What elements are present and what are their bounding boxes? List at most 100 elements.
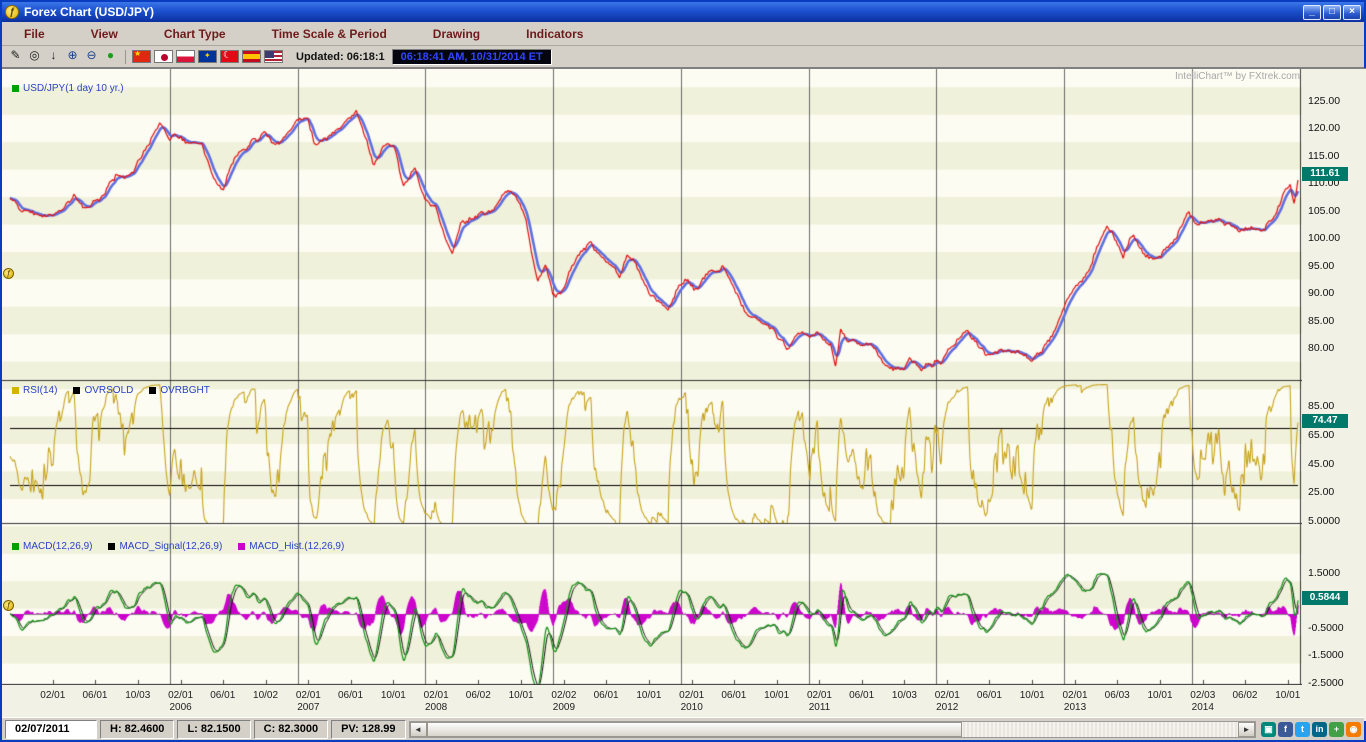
- x-axis-date-label: 06/01: [82, 690, 107, 701]
- spain-flag-icon[interactable]: [242, 50, 261, 63]
- target-icon[interactable]: ◎: [26, 48, 43, 65]
- rss-icon[interactable]: ◉: [1346, 722, 1361, 737]
- y-axis-label: 105.00: [1308, 205, 1340, 217]
- marker-icon[interactable]: ●: [102, 48, 119, 65]
- legend-swatch-icon: [73, 387, 80, 394]
- linkedin-icon[interactable]: in: [1312, 722, 1327, 737]
- scroll-left-button[interactable]: ◄: [410, 722, 427, 737]
- menubar: File View Chart Type Time Scale & Period Dra…: [2, 22, 1364, 46]
- scroll-right-button[interactable]: ►: [1238, 722, 1255, 737]
- social-icons: ▣ftin+◉: [1261, 722, 1361, 737]
- facebook-icon[interactable]: f: [1278, 722, 1293, 737]
- chart-window-icon[interactable]: ▣: [1261, 722, 1276, 737]
- y-axis-label: -1.5000: [1308, 649, 1344, 661]
- x-axis-date-label: 02/03: [1190, 690, 1215, 701]
- x-axis-date-label: 02/01: [807, 690, 832, 701]
- toolbar: ✎◎↓⊕⊖● ★✦☾ Updated: 06:18:1 06:18:41 AM,…: [2, 46, 1364, 68]
- macd-legend-item: MACD_Hist.(12,26,9): [238, 541, 344, 552]
- x-axis-date-label: 06/01: [594, 690, 619, 701]
- y-axis-label: -0.5000: [1308, 622, 1344, 634]
- y-axis-label: 120.00: [1308, 122, 1340, 134]
- price-legend-label: USD/JPY(1 day 10 yr.): [23, 83, 124, 94]
- y-axis-label: 125.00: [1308, 95, 1340, 107]
- rsi-legend-label: OVRBGHT: [160, 385, 209, 396]
- legend-swatch-icon: [238, 543, 245, 550]
- minimize-button[interactable]: _: [1303, 5, 1321, 20]
- close-button[interactable]: ×: [1343, 5, 1361, 20]
- turkey-flag-icon[interactable]: ☾: [220, 50, 239, 63]
- x-axis-year-label: 2012: [936, 702, 958, 713]
- x-axis-year-label: 2011: [809, 702, 831, 713]
- legend-swatch-icon: [12, 543, 19, 550]
- y-axis-label: 25.00: [1308, 486, 1334, 498]
- poland-flag-icon[interactable]: [176, 50, 195, 63]
- price-rsi-macd-chart[interactable]: [2, 69, 1302, 685]
- pencil-icon[interactable]: ✎: [7, 48, 24, 65]
- zoom-in-icon[interactable]: ⊕: [64, 48, 81, 65]
- x-axis-year-label: 2008: [425, 702, 447, 713]
- rsi-badge: 74.47: [1302, 414, 1348, 428]
- scrollbar-thumb[interactable]: [427, 722, 963, 737]
- menu-time-scale-period[interactable]: Time Scale & Period: [258, 25, 401, 43]
- y-axis-label: -2.5000: [1308, 677, 1344, 689]
- scrollbar-track[interactable]: [427, 722, 1238, 737]
- x-axis-date-label: 06/03: [1105, 690, 1130, 701]
- x-axis-date-label: 02/02: [551, 690, 576, 701]
- zoom-out-icon[interactable]: ⊖: [83, 48, 100, 65]
- legend-swatch-icon: [108, 543, 115, 550]
- menu-drawing[interactable]: Drawing: [419, 25, 494, 43]
- twitter-icon[interactable]: t: [1295, 722, 1310, 737]
- down-arrow-icon[interactable]: ↓: [45, 48, 62, 65]
- horizontal-scrollbar[interactable]: ◄ ►: [409, 721, 1256, 738]
- china-flag-icon[interactable]: ★: [132, 50, 151, 63]
- macd-legend-item: MACD_Signal(12,26,9): [108, 541, 222, 552]
- rsi-legend-item: OVRSOLD: [73, 385, 133, 396]
- menu-file[interactable]: File: [10, 25, 59, 43]
- status-close: C: 82.3000: [254, 720, 328, 739]
- menu-chart-type[interactable]: Chart Type: [150, 25, 240, 43]
- updated-time-field: 06:18:41 AM, 10/31/2014 ET: [392, 49, 552, 65]
- x-axis-year-label: 2009: [553, 702, 575, 713]
- maximize-button[interactable]: □: [1323, 5, 1341, 20]
- x-axis-date-label: 10/01: [509, 690, 534, 701]
- panel-marker-icon[interactable]: ƒ: [3, 268, 14, 279]
- x-axis-date-label: 10/03: [892, 690, 917, 701]
- eu-flag-icon[interactable]: ✦: [198, 50, 217, 63]
- y-axis-label: 85.00: [1308, 400, 1334, 412]
- japan-flag-icon[interactable]: [154, 50, 173, 63]
- price-legend: USD/JPY(1 day 10 yr.): [12, 83, 124, 94]
- x-axis-date-label: 02/01: [424, 690, 449, 701]
- flag-buttons: ★ ✦☾: [132, 50, 283, 63]
- y-axis-label: 85.00: [1308, 315, 1334, 327]
- y-axis-label: 65.00: [1308, 429, 1334, 441]
- x-axis-date-label: 10/01: [636, 690, 661, 701]
- share-icon[interactable]: +: [1329, 722, 1344, 737]
- status-date: 02/07/2011: [5, 720, 97, 739]
- usa-flag-icon[interactable]: [264, 50, 283, 63]
- window-buttons: _ □ ×: [1303, 5, 1361, 20]
- x-axis-date-label: 02/01: [40, 690, 65, 701]
- rsi-legend: RSI(14) OVRSOLD OVRBGHT: [12, 385, 210, 396]
- x-axis-date-label: 06/02: [1232, 690, 1257, 701]
- menu-view[interactable]: View: [77, 25, 132, 43]
- macd-legend-item: MACD(12,26,9): [12, 541, 92, 552]
- y-axis-label: 5.0000: [1308, 515, 1340, 527]
- y-axis-label: 90.00: [1308, 287, 1334, 299]
- chart-area: IntelliChart™ by FXtrek.com USD/JPY(1 da…: [2, 68, 1366, 721]
- x-axis-date-label: 10/01: [1020, 690, 1045, 701]
- rsi-legend-label: RSI(14): [23, 385, 57, 396]
- price-badge: 111.61: [1302, 167, 1348, 181]
- menu-indicators[interactable]: Indicators: [512, 25, 597, 43]
- y-axis-label: 115.00: [1308, 150, 1339, 162]
- panel-marker-icon[interactable]: ƒ: [3, 600, 14, 611]
- legend-swatch-icon: [12, 85, 19, 92]
- macd-badge: 0.5844: [1302, 591, 1348, 605]
- x-axis-date-label: 10/01: [764, 690, 789, 701]
- x-axis-date-label: 06/01: [338, 690, 363, 701]
- titlebar[interactable]: ƒ Forex Chart (USD/JPY) _ □ ×: [2, 2, 1364, 22]
- tool-buttons: ✎◎↓⊕⊖●: [7, 48, 119, 65]
- macd-legend-label: MACD_Hist.(12,26,9): [249, 541, 344, 552]
- toolbar-separator: [125, 50, 126, 64]
- x-axis-date-label: 02/01: [935, 690, 960, 701]
- x-axis-date-label: 10/01: [1147, 690, 1172, 701]
